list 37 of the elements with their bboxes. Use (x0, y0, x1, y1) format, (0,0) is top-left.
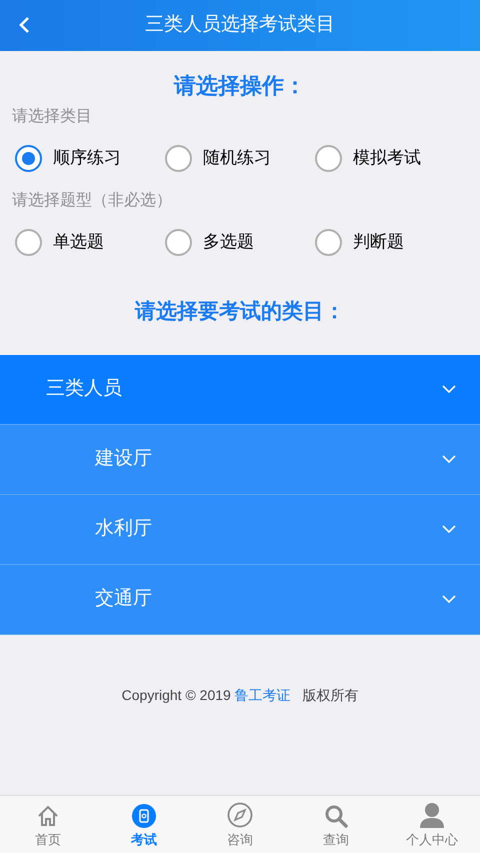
radio-option[interactable]: 随机练习 (165, 144, 315, 172)
category-row[interactable]: 水利厅 (0, 495, 480, 565)
radio-option[interactable]: 多选题 (165, 228, 315, 256)
radio-button[interactable] (165, 228, 192, 256)
tab-item[interactable]: 首页 (0, 796, 96, 853)
tab-item[interactable]: 查询 (288, 796, 384, 853)
copyright-text: Copyright © 2019 鲁工考证 版权所有 (120, 686, 360, 705)
brand-link[interactable]: 鲁工考证 (234, 687, 291, 703)
category-row[interactable]: 交通厅 (0, 565, 480, 635)
tab-item[interactable]: 个人中心 (384, 796, 480, 853)
tab-item[interactable]: 考试 (96, 796, 192, 853)
page-title: 三类人员选择考试类目 (145, 13, 335, 38)
chevron-down-icon (442, 595, 456, 604)
home-icon (36, 804, 60, 828)
tab-item[interactable]: 咨询 (192, 796, 288, 853)
chevron-down-icon (442, 525, 456, 534)
person-icon (419, 802, 445, 828)
radio-button[interactable] (15, 228, 42, 256)
radio-button[interactable] (315, 228, 342, 256)
radio-option[interactable]: 顺序练习 (15, 144, 165, 172)
compass-icon (227, 802, 253, 828)
radio-option[interactable]: 单选题 (15, 228, 165, 256)
group-label: 请选择类目 (11, 106, 93, 127)
chevron-down-icon (442, 385, 456, 394)
radio-option[interactable]: 模拟考试 (315, 144, 465, 172)
search-icon (324, 804, 348, 828)
radio-button[interactable] (15, 144, 42, 172)
category-row[interactable]: 建设厅 (0, 425, 480, 495)
group-label: 请选择题型（非必选） (11, 190, 173, 211)
back-icon[interactable] (18, 16, 30, 34)
radio-button[interactable] (165, 144, 192, 172)
phone-icon (132, 804, 156, 828)
section-heading: 请选择要考试的类目： (134, 299, 346, 325)
chevron-down-icon (442, 455, 456, 464)
radio-button[interactable] (315, 144, 342, 172)
radio-option[interactable]: 判断题 (315, 228, 465, 256)
section-heading: 请选择操作： (172, 72, 307, 100)
